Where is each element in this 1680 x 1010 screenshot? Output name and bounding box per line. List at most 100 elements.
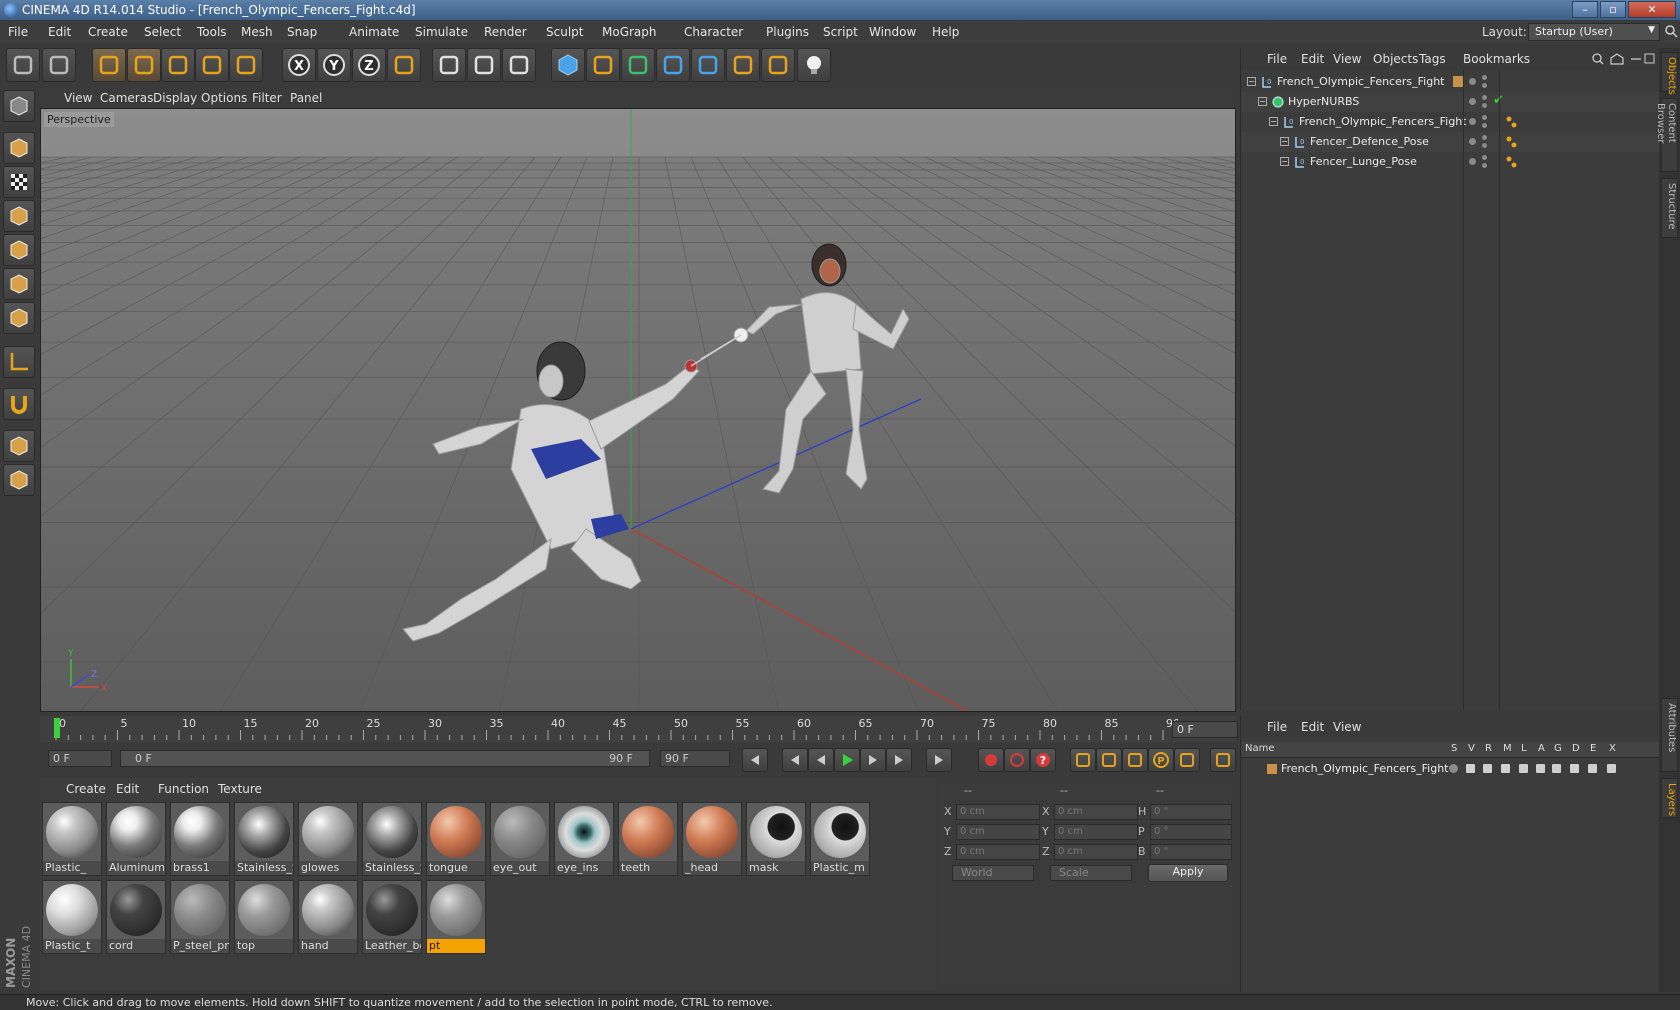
- points-mode-button[interactable]: [3, 234, 35, 266]
- next-key-button[interactable]: [886, 748, 912, 772]
- edges-mode-button[interactable]: [3, 268, 35, 300]
- coordinate-system-button[interactable]: [387, 48, 421, 82]
- render-visibility-dot[interactable]: [1482, 135, 1487, 140]
- size-field[interactable]: 0 cm: [1054, 804, 1138, 820]
- editor-visibility-dot[interactable]: [1469, 158, 1476, 165]
- menu-create[interactable]: Create: [88, 25, 128, 39]
- keyframe-help-button[interactable]: ?: [1030, 748, 1056, 772]
- transform-mode-dropdown[interactable]: Scale: [1050, 865, 1132, 881]
- viewport-menu-options[interactable]: Options: [201, 91, 247, 105]
- tab-layers[interactable]: Layers: [1661, 778, 1678, 818]
- scale-keys-button[interactable]: [1096, 748, 1122, 772]
- layer-column-d[interactable]: D: [1572, 743, 1580, 754]
- layer-column-g[interactable]: G: [1554, 743, 1562, 754]
- maximize-button[interactable]: ▫: [1600, 1, 1626, 18]
- object-manager-tools[interactable]: [1591, 52, 1655, 66]
- layer-name[interactable]: French_Olympic_Fencers_Fight: [1281, 762, 1448, 775]
- perspective-viewport[interactable]: Y X Z Perspective: [40, 108, 1236, 712]
- expand-toggle-icon[interactable]: −: [1258, 97, 1267, 106]
- viewport-menu-panel[interactable]: Panel: [290, 91, 322, 105]
- expand-toggle-icon[interactable]: −: [1247, 77, 1256, 86]
- expand-toggle-icon[interactable]: −: [1280, 137, 1289, 146]
- material-menu-edit[interactable]: Edit: [116, 782, 139, 796]
- menu-render[interactable]: Render: [484, 25, 527, 39]
- array-button[interactable]: [656, 48, 690, 82]
- render-visibility-dot[interactable]: [1482, 95, 1487, 100]
- visibility-eye-icon[interactable]: [1466, 764, 1475, 773]
- deformer-icon[interactable]: [1570, 764, 1579, 773]
- material-swatch[interactable]: glowes: [298, 802, 358, 876]
- apply-button[interactable]: Apply: [1148, 864, 1228, 882]
- material-menu-texture[interactable]: Texture: [218, 782, 262, 796]
- material-swatch[interactable]: brass1: [170, 802, 230, 876]
- object-menu-view[interactable]: View: [1333, 52, 1361, 66]
- layer-column-x[interactable]: X: [1609, 743, 1616, 754]
- camera-button[interactable]: [761, 48, 795, 82]
- layer-column-e[interactable]: E: [1590, 743, 1596, 754]
- layout-dropdown[interactable]: Startup (User) ▼: [1528, 23, 1660, 41]
- prev-key-button[interactable]: [782, 748, 808, 772]
- axis-mode-button[interactable]: [3, 346, 35, 378]
- object-menu-file[interactable]: File: [1267, 52, 1287, 66]
- material-swatch[interactable]: _head: [682, 802, 742, 876]
- object-menu-bookmarks[interactable]: Bookmarks: [1463, 52, 1530, 66]
- material-swatch[interactable]: Stainless_S: [362, 802, 422, 876]
- editor-visibility-dot[interactable]: [1469, 118, 1476, 125]
- menu-file[interactable]: File: [8, 25, 28, 39]
- lock-icon[interactable]: [1519, 764, 1528, 773]
- layer-menu-view[interactable]: View: [1333, 720, 1361, 734]
- y-axis-lock-button[interactable]: Y: [317, 48, 351, 82]
- viewport-menu-filter[interactable]: Filter: [252, 91, 282, 105]
- polygons-mode-button[interactable]: [3, 302, 35, 334]
- menu-script[interactable]: Script: [823, 25, 858, 39]
- menu-select[interactable]: Select: [144, 25, 181, 39]
- solo-icon[interactable]: [1449, 764, 1458, 773]
- timeline-button[interactable]: [1210, 748, 1236, 772]
- material-swatch[interactable]: eye_out: [490, 802, 550, 876]
- playhead[interactable]: [54, 718, 60, 738]
- tab-content-browser[interactable]: Content Browser: [1655, 98, 1678, 172]
- nurbs-button[interactable]: [621, 48, 655, 82]
- move-button[interactable]: [127, 48, 161, 82]
- redo-button[interactable]: [42, 48, 76, 82]
- manager-icon[interactable]: [1501, 764, 1510, 773]
- start-frame-field[interactable]: 0 F: [48, 750, 112, 767]
- current-frame-field[interactable]: 0 F: [1172, 721, 1238, 738]
- rotation-field[interactable]: 0 °: [1150, 824, 1232, 840]
- param-keys-button[interactable]: P: [1148, 748, 1174, 772]
- undo-button[interactable]: [6, 48, 40, 82]
- material-swatch[interactable]: eye_ins: [554, 802, 614, 876]
- object-row[interactable]: − 0 Fencer_Defence_Pose: [1241, 132, 1659, 152]
- material-swatch[interactable]: Plastic_: [42, 802, 102, 876]
- expand-toggle-icon[interactable]: −: [1269, 117, 1278, 126]
- editor-visibility-dot[interactable]: [1469, 98, 1476, 105]
- spline-button[interactable]: [586, 48, 620, 82]
- render-view-button[interactable]: [432, 48, 466, 82]
- render-visibility-dot[interactable]: [1482, 83, 1487, 88]
- model-mode-button[interactable]: [3, 132, 35, 164]
- layer-column-v[interactable]: V: [1468, 743, 1475, 754]
- object-row[interactable]: − 0 French_Olympic_Fencers_Fight: [1241, 112, 1659, 132]
- render-settings-button[interactable]: [502, 48, 536, 82]
- layer-column-name[interactable]: Name: [1245, 743, 1275, 754]
- move-keys-button[interactable]: [1070, 748, 1096, 772]
- material-swatch[interactable]: P_steel_pnl: [170, 880, 230, 954]
- editor-visibility-dot[interactable]: [1469, 138, 1476, 145]
- play-button[interactable]: [834, 748, 860, 772]
- material-swatch[interactable]: Stainless_S: [234, 802, 294, 876]
- x-axis-lock-button[interactable]: X: [282, 48, 316, 82]
- menu-snap[interactable]: Snap: [287, 25, 317, 39]
- material-swatch[interactable]: Plastic_m: [810, 802, 870, 876]
- cube-button[interactable]: [551, 48, 585, 82]
- layer-column-m[interactable]: M: [1503, 743, 1512, 754]
- tab-attributes[interactable]: Attributes: [1661, 698, 1678, 772]
- material-swatch[interactable]: teeth: [618, 802, 678, 876]
- menu-plugins[interactable]: Plugins: [766, 25, 809, 39]
- step-back-button[interactable]: [808, 748, 834, 772]
- material-swatch[interactable]: Leather_bo: [362, 880, 422, 954]
- goto-end-button[interactable]: [926, 748, 952, 772]
- layer-column-r[interactable]: R: [1485, 743, 1492, 754]
- object-name[interactable]: Fencer_Lunge_Pose: [1310, 155, 1417, 168]
- material-swatch[interactable]: Aluminum_: [106, 802, 166, 876]
- expression-icon[interactable]: [1588, 764, 1597, 773]
